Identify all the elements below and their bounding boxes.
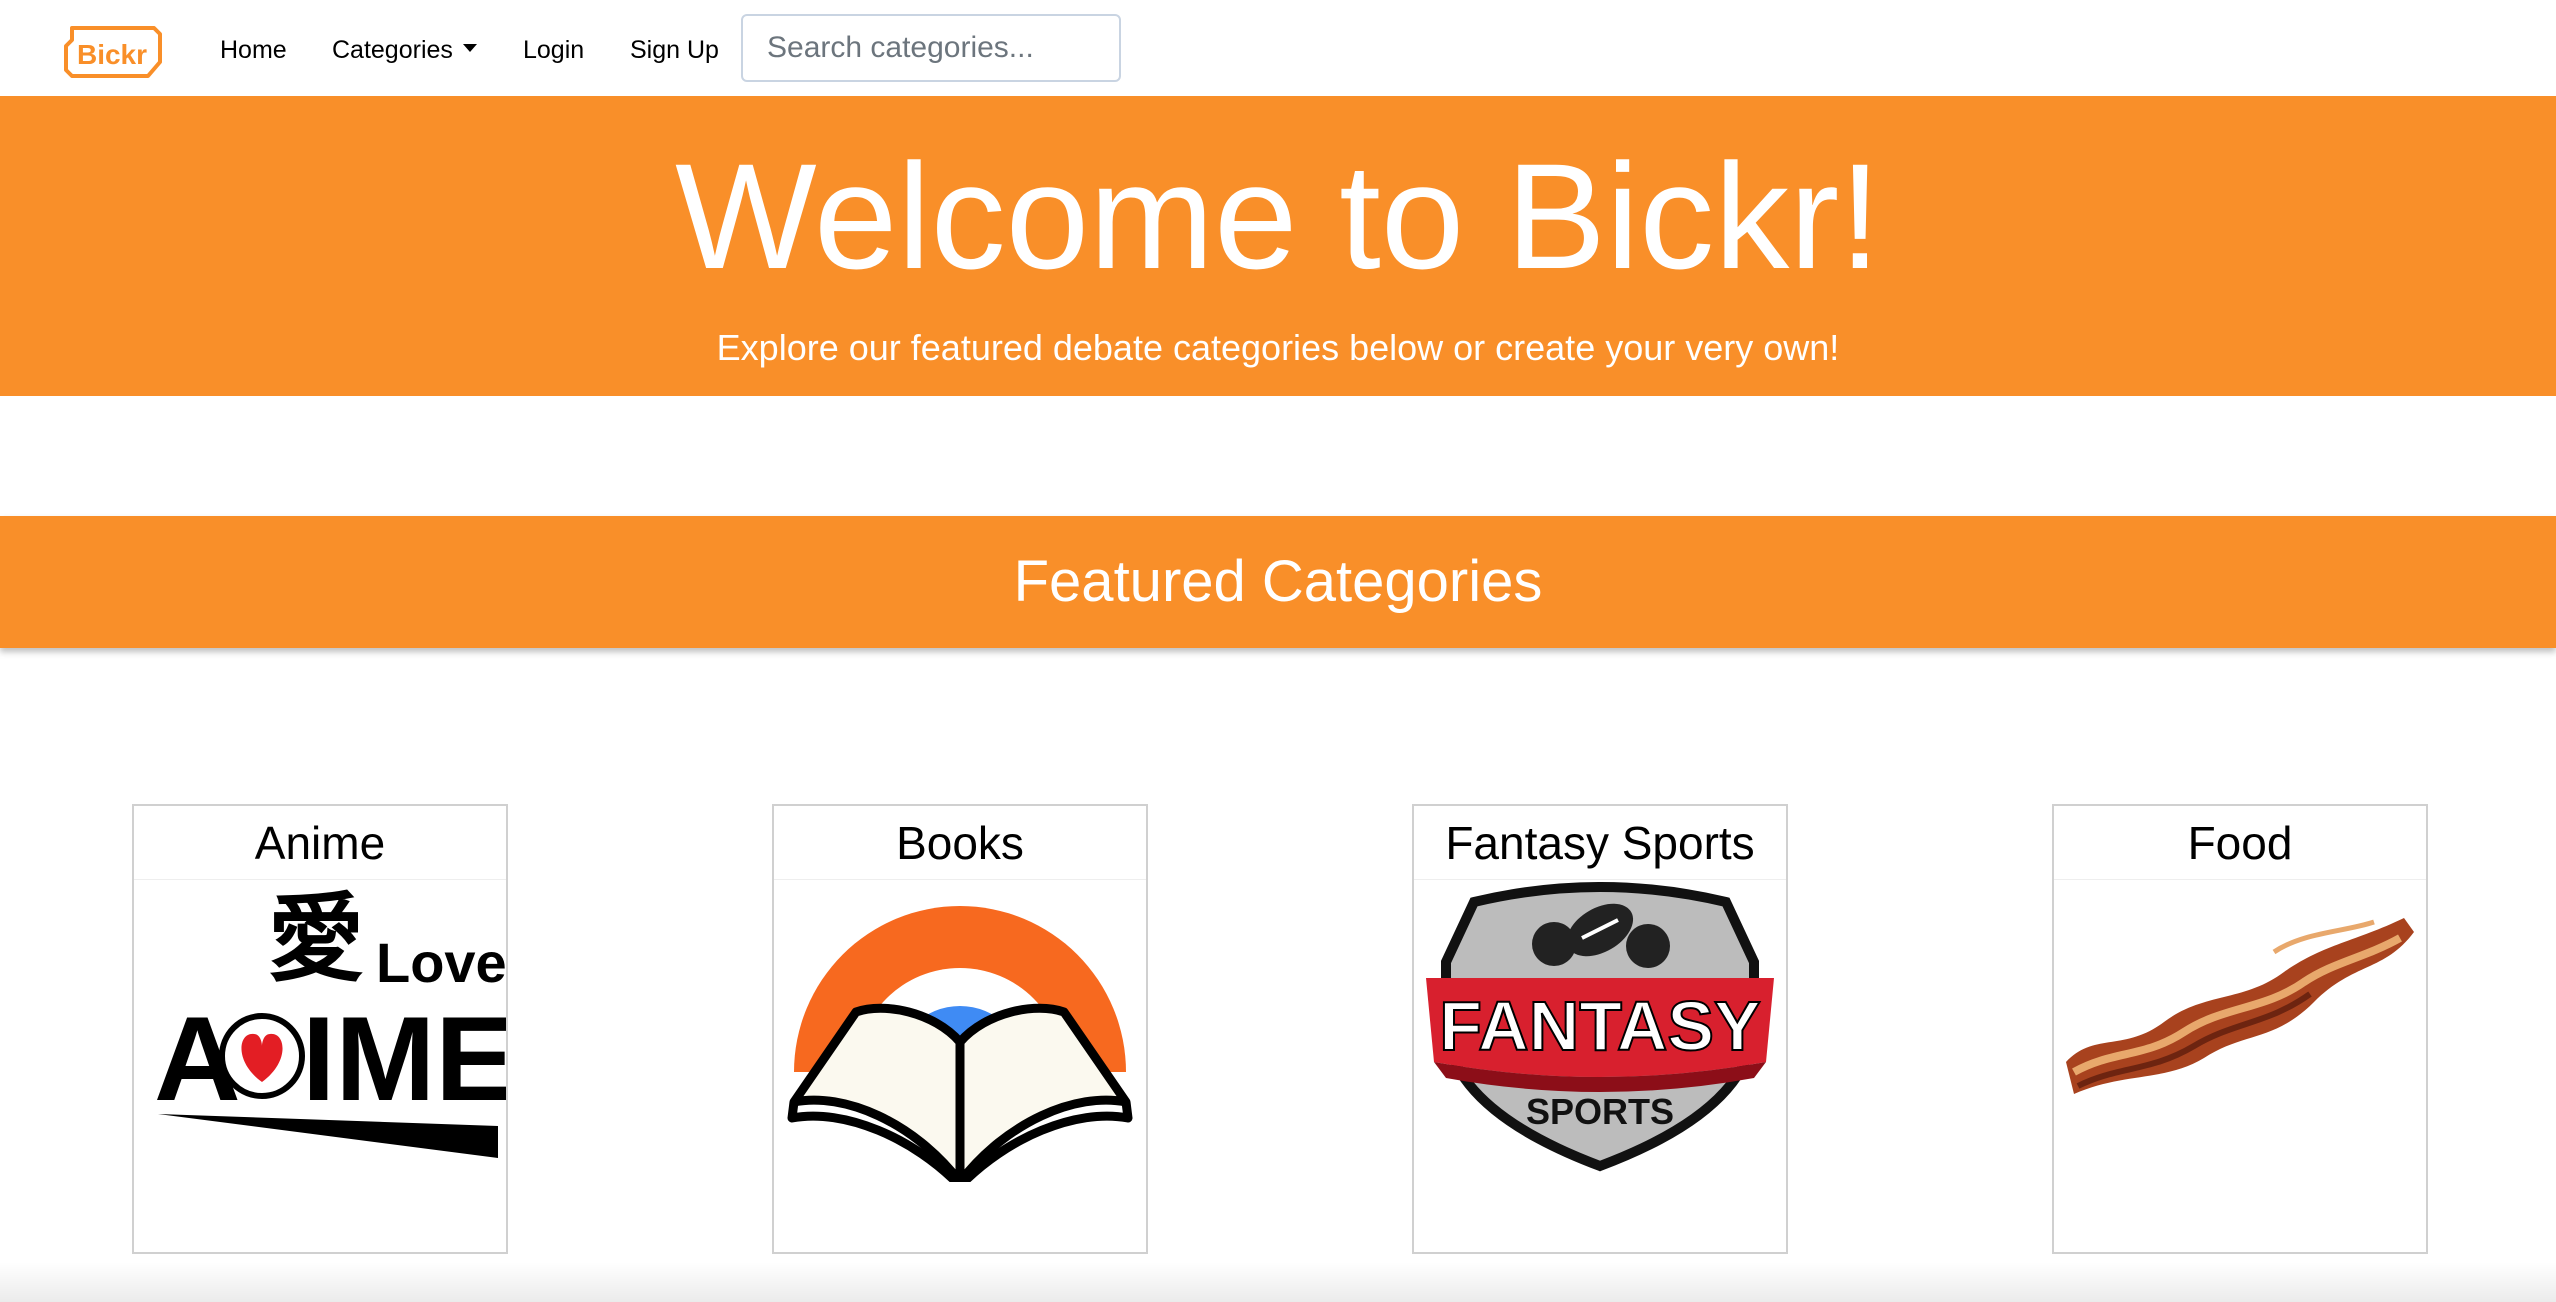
category-card-anime[interactable]: Anime 愛 Love A IME [132,804,515,1254]
fantasy-sports-shield: FANTASY SPORTS [1414,882,1786,1182]
nav-login-link[interactable]: Login [523,30,584,70]
nav-categories-label: Categories [332,36,453,64]
open-book-logo [774,882,1146,1191]
page-bottom-shadow [0,1262,2556,1302]
category-card-fantasy-sports[interactable]: Fantasy Sports FANTASY SPORTS [1412,804,1788,1254]
caret-down-icon [462,44,477,52]
svg-text:愛: 愛 [268,883,364,995]
card-title: Books [774,806,1146,880]
love-anime-logo: 愛 Love A IME [134,882,515,1182]
card-title: Anime [134,806,506,880]
card-title: Fantasy Sports [1414,806,1786,880]
search-input[interactable] [741,14,1121,82]
nav-signup-link[interactable]: Sign Up [630,30,719,70]
svg-text:IME: IME [302,992,506,1126]
featured-title: Featured Categories [1013,549,1543,614]
hero-banner: Welcome to Bickr! Explore our featured d… [0,96,2556,396]
hero-subtitle: Explore our featured debate categories b… [716,327,1840,368]
bacon-strip-image [2054,882,2426,1182]
navbar: Bickr Home Categories Login Sign Up [0,0,2556,96]
brand-text: Bickr [77,39,147,70]
svg-text:FANTASY: FANTASY [1439,987,1761,1065]
category-card-books[interactable]: Books [772,804,1148,1254]
card-title: Food [2054,806,2426,880]
nav-home-link[interactable]: Home [220,30,287,70]
svg-text:Love: Love [376,931,506,994]
nav-categories-dropdown[interactable]: Categories [332,30,477,70]
featured-categories-header: Featured Categories [0,516,2556,648]
category-card-food[interactable]: Food [2052,804,2428,1254]
bickr-logo[interactable]: Bickr [62,24,162,80]
hero-title: Welcome to Bickr! [675,132,1881,300]
svg-text:SPORTS: SPORTS [1526,1091,1674,1132]
